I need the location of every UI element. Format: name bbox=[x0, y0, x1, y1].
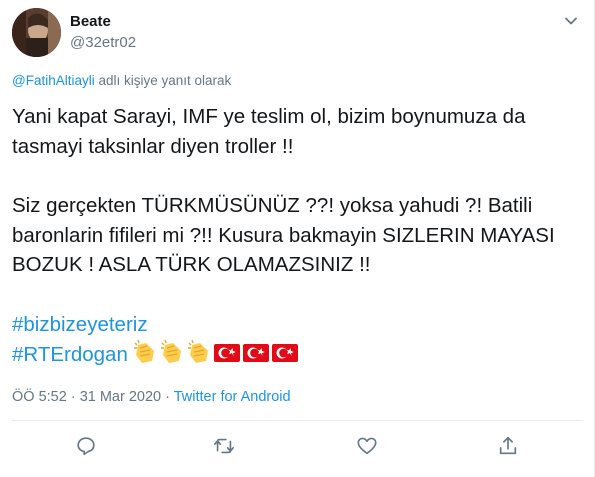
clapping-hands-emoji bbox=[133, 339, 154, 363]
avatar-image bbox=[12, 8, 61, 57]
like-button[interactable] bbox=[353, 432, 381, 460]
turkey-flag-emoji bbox=[242, 344, 269, 362]
turkey-flag-emoji bbox=[213, 344, 240, 362]
source-link[interactable]: Twitter for Android bbox=[174, 389, 291, 405]
author-handle[interactable]: @32etr02 bbox=[70, 34, 136, 51]
tweet-text: Yani kapat Sarayi, IMF ye teslim ol, biz… bbox=[12, 102, 587, 374]
chevron-down-icon[interactable] bbox=[563, 13, 579, 29]
clapping-hands-emoji bbox=[187, 339, 208, 363]
reply-button[interactable] bbox=[72, 432, 100, 460]
tweet-paragraph: Yani kapat Sarayi, IMF ye teslim ol, biz… bbox=[12, 105, 526, 158]
action-bar bbox=[0, 432, 595, 460]
divider bbox=[12, 420, 583, 421]
turkey-flag-emoji bbox=[271, 344, 298, 362]
reply-context-text: adlı kişiye yanıt olarak bbox=[94, 73, 232, 88]
author-name[interactable]: Beate bbox=[70, 13, 111, 30]
avatar[interactable] bbox=[12, 8, 61, 57]
tweet-paragraph: Siz gerçekten TÜRKMÜSÜNÜZ ??! yoksa yahu… bbox=[12, 194, 555, 276]
share-icon bbox=[499, 436, 517, 455]
reply-mention-link[interactable]: @FatihAltiayli bbox=[12, 73, 95, 88]
clapping-hands-emoji bbox=[160, 339, 181, 363]
hashtag-link[interactable]: #bizbizeyeteriz bbox=[12, 313, 148, 336]
emoji-group bbox=[132, 339, 300, 374]
retweet-icon bbox=[214, 438, 234, 454]
timestamp[interactable]: ÖÖ 5:52 · 31 Mar 2020 bbox=[12, 389, 161, 405]
hashtag-link[interactable]: #RTErdogan bbox=[12, 343, 128, 366]
tweet-meta: ÖÖ 5:52 · 31 Mar 2020 · Twitter for Andr… bbox=[12, 389, 291, 405]
meta-separator: · bbox=[161, 389, 174, 405]
share-button[interactable] bbox=[494, 432, 522, 460]
retweet-button[interactable] bbox=[210, 432, 238, 460]
reply-icon bbox=[77, 437, 95, 456]
like-icon bbox=[357, 437, 377, 455]
reply-context: @FatihAltiayli adlı kişiye yanıt olarak bbox=[12, 73, 231, 88]
tweet-card: Beate @32etr02 @FatihAltiayli adlı kişiy… bbox=[0, 0, 595, 477]
